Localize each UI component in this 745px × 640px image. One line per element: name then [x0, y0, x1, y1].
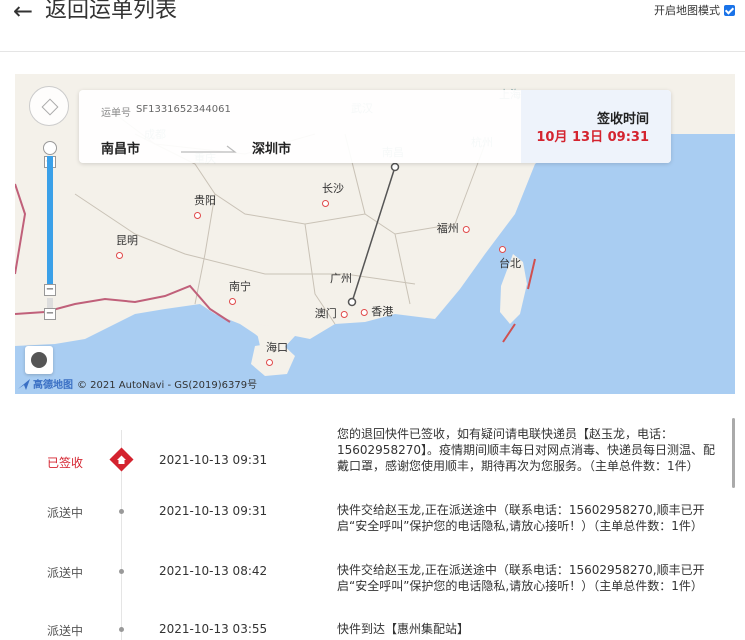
city-label: 贵阳: [194, 192, 216, 221]
origin-city: 南昌市: [101, 142, 141, 157]
timeline-time: 2021-10-13 09:31: [159, 504, 268, 518]
zoom-slider[interactable]: + − −: [41, 126, 57, 320]
tracking-timeline: 已签收 2021-10-13 09:31 您的退回快件已签收，如有疑问请电联快递…: [0, 414, 745, 640]
city-marker-icon: [499, 245, 506, 253]
city-label: 昆明: [116, 232, 138, 261]
city-marker-icon: [322, 199, 329, 207]
timeline-description: 快件交给赵玉龙,正在派送途中（联系电话：15602958270,顺丰已开启“安全…: [337, 563, 705, 593]
map-mode-label: 开启地图模式: [654, 4, 720, 17]
city-label: 长沙: [322, 180, 344, 209]
city-label: 南宁: [229, 278, 251, 307]
arrow-left-icon[interactable]: ←: [13, 0, 33, 26]
map-copyright: © 2021 AutoNavi - GS(2019)6379号: [77, 380, 258, 391]
city-label: 海口: [266, 339, 288, 368]
checkbox-checked-icon[interactable]: [724, 4, 735, 16]
page-header: ← 返回运单列表 开启地图模式: [0, 0, 745, 52]
city-marker-icon: [229, 297, 236, 305]
timeline-dot-icon: [119, 509, 124, 514]
route-arrow-icon: [181, 145, 237, 153]
amap-logo-icon: [18, 378, 30, 390]
timeline-description: 快件交给赵玉龙,正在派送途中（联系电话：15602958270,顺丰已开启“安全…: [337, 503, 705, 533]
timeline-dot-icon: [119, 569, 124, 574]
city-marker-icon: [266, 358, 273, 366]
minus-icon[interactable]: −: [44, 308, 56, 320]
city-marker-icon: [462, 225, 470, 233]
timeline-status: 派送中: [46, 566, 83, 580]
scrollbar[interactable]: [732, 418, 735, 488]
city-label: 香港: [360, 303, 393, 319]
city-marker-icon: [360, 308, 368, 316]
route-map[interactable]: 重庆 武汉 成都 重庆 杭州 南昌 上海 台州 长沙 贵阳 福州 昆明 台北 南…: [15, 74, 735, 394]
timeline-description: 快件到达【惠州集配站】: [337, 622, 470, 636]
map-mode-toggle[interactable]: 开启地图模式: [654, 2, 735, 18]
timeline-time: 2021-10-13 09:31: [159, 453, 268, 467]
destination-city: 深圳市: [252, 142, 292, 157]
minus-icon[interactable]: −: [44, 284, 56, 296]
city-marker-icon: [194, 211, 201, 219]
pan-control-icon[interactable]: [29, 86, 69, 126]
waybill-number: SF1331652344061: [136, 104, 231, 115]
home-icon: [109, 447, 134, 472]
city-marker-icon: [340, 310, 348, 318]
sign-time-label: 签收时间: [596, 112, 649, 127]
timeline-time: 2021-10-13 08:42: [159, 564, 268, 578]
back-to-waybill-list-link[interactable]: 返回运单列表: [45, 0, 177, 26]
waybill-number-label: 运单号: [101, 108, 131, 119]
map-logo-text: 高德地图: [33, 380, 73, 391]
timeline-status: 派送中: [46, 506, 83, 520]
city-label: 澳门: [315, 305, 348, 321]
city-marker-icon: [116, 251, 123, 259]
sign-time: 10月 13日 09:31: [536, 130, 649, 145]
timeline-time: 2021-10-13 03:55: [159, 622, 268, 636]
city-label: 广州: [330, 272, 352, 285]
city-label: 福州: [437, 220, 470, 236]
waybill-info-card: 运单号 SF1331652344061 南昌市 深圳市 签收时间 10月 13日…: [79, 90, 671, 163]
map-attribution: 高德地图 © 2021 AutoNavi - GS(2019)6379号: [17, 376, 257, 391]
timeline-description: 您的退回快件已签收，如有疑问请电联快递员【赵玉龙，电话：15602958270】…: [337, 427, 715, 473]
locate-icon[interactable]: [25, 346, 53, 374]
zoom-slider-knob[interactable]: [43, 141, 57, 155]
timeline-status: 已签收: [46, 456, 83, 470]
city-label: 台北: [499, 242, 521, 271]
timeline-status: 派送中: [46, 624, 83, 638]
